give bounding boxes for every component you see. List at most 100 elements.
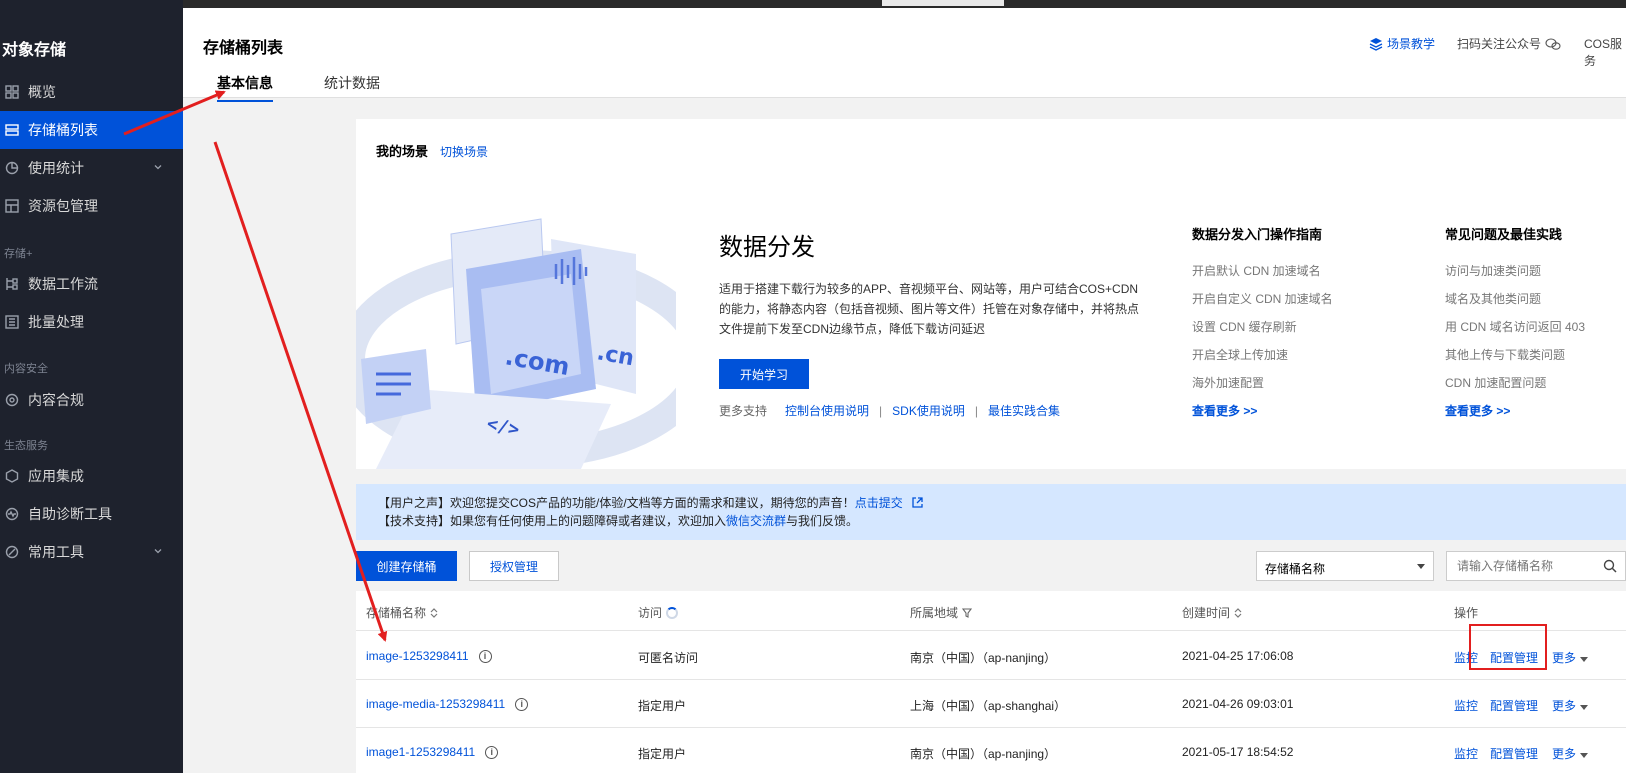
info-icon[interactable]: i bbox=[478, 649, 492, 663]
grid-icon bbox=[4, 84, 20, 100]
console-guide-link[interactable]: 控制台使用说明 bbox=[785, 402, 869, 419]
scene-heading: 数据分发 bbox=[719, 234, 815, 261]
page-title: 存储桶列表 bbox=[203, 40, 284, 57]
pie-chart-icon bbox=[4, 160, 20, 176]
monitor-link[interactable]: 监控 bbox=[1454, 745, 1478, 762]
bucket-name-cell: image-media-1253298411 i bbox=[366, 697, 529, 711]
faq-item[interactable]: 用 CDN 域名访问返回 403 bbox=[1445, 313, 1585, 341]
create-bucket-button[interactable]: 创建存储桶 bbox=[356, 551, 457, 581]
sidebar-item-workflow[interactable]: 数据工作流 bbox=[0, 265, 183, 303]
sidebar-group-label: 生态服务 bbox=[4, 440, 48, 452]
region-cell: 上海（中国）（ap-shanghai） bbox=[910, 699, 1067, 713]
column-header-label: 访问 bbox=[638, 606, 663, 620]
column-header-created[interactable]: 创建时间 bbox=[1182, 604, 1242, 621]
column-header-label: 所属地域 bbox=[910, 606, 959, 620]
caret-down-icon bbox=[1580, 705, 1589, 710]
workflow-icon bbox=[4, 276, 20, 292]
wechat-follow-link[interactable]: 扫码关注公众号 bbox=[1457, 35, 1561, 52]
guide-item[interactable]: 海外加速配置 bbox=[1192, 369, 1333, 397]
sidebar-item-package[interactable]: 资源包管理 bbox=[0, 187, 183, 225]
more-dropdown[interactable]: 更多 bbox=[1552, 745, 1589, 762]
guide-item[interactable]: 开启全球上传加速 bbox=[1192, 341, 1333, 369]
tools-icon bbox=[4, 544, 20, 560]
sidebar-group-label: 存储+ bbox=[4, 248, 33, 260]
switch-scene-link[interactable]: 切换场景 bbox=[440, 143, 488, 160]
sidebar-item-integration[interactable]: 应用集成 bbox=[0, 457, 183, 495]
guide-item[interactable]: 设置 CDN 缓存刷新 bbox=[1192, 313, 1333, 341]
sidebar-item-usage-stats[interactable]: 使用统计 bbox=[0, 149, 183, 187]
sidebar: 对象存储 概览 存储桶列表 使用统计 资源包管理 存储+ 数据工作流 批量处理 … bbox=[0, 0, 183, 773]
more-dropdown[interactable]: 更多 bbox=[1552, 649, 1589, 666]
search-box bbox=[1446, 551, 1626, 581]
faq-item[interactable]: 访问与加速类问题 bbox=[1445, 257, 1585, 285]
wechat-group-link[interactable]: 微信交流群 bbox=[726, 514, 786, 528]
guide-item[interactable]: 开启自定义 CDN 加速域名 bbox=[1192, 285, 1333, 313]
notice-line-support: 【技术支持】如果您有任何使用上的问题障碍或者建议，欢迎加入微信交流群与我们反馈。 bbox=[378, 512, 1626, 530]
faq-item[interactable]: CDN 加速配置问题 bbox=[1445, 369, 1585, 397]
auth-management-button[interactable]: 授权管理 bbox=[469, 551, 559, 581]
column-header-region[interactable]: 所属地域 bbox=[910, 604, 973, 621]
search-input[interactable] bbox=[1447, 552, 1587, 580]
sidebar-item-tools[interactable]: 常用工具 bbox=[0, 533, 183, 571]
more-label: 更多 bbox=[1552, 747, 1577, 761]
guide-item[interactable]: 开启默认 CDN 加速域名 bbox=[1192, 257, 1333, 285]
bucket-list-icon bbox=[4, 122, 20, 138]
faq-item[interactable]: 其他上传与下载类问题 bbox=[1445, 341, 1585, 369]
shield-icon bbox=[4, 392, 20, 408]
sidebar-item-compliance[interactable]: 内容合规 bbox=[0, 381, 183, 419]
tab-statistics[interactable]: 统计数据 bbox=[324, 73, 380, 100]
getting-started-guide: 数据分发入门操作指南 开启默认 CDN 加速域名 开启自定义 CDN 加速域名 … bbox=[1192, 224, 1333, 425]
scene-card: 我的场景 切换场景 .com .cn </> 数据分发 适用于搭建下载行为较多的… bbox=[356, 119, 1626, 469]
search-field-select[interactable]: 存储桶名称 bbox=[1256, 551, 1434, 581]
bucket-name-link[interactable]: image-media-1253298411 bbox=[366, 697, 505, 711]
notice-text: 【用户之声】欢迎您提交COS产品的功能/体验/文档等方面的需求和建议，期待您的声… bbox=[378, 496, 855, 510]
sidebar-item-label: 数据工作流 bbox=[28, 276, 98, 292]
sdk-guide-link[interactable]: SDK使用说明 bbox=[892, 402, 965, 419]
monitor-link[interactable]: 监控 bbox=[1454, 697, 1478, 714]
guide-more-link[interactable]: 查看更多 >> bbox=[1192, 397, 1333, 425]
config-management-link[interactable]: 配置管理 bbox=[1490, 745, 1538, 762]
bucket-name-link[interactable]: image1-1253298411 bbox=[366, 745, 475, 759]
access-cell: 可匿名访问 bbox=[638, 651, 699, 665]
select-value: 存储桶名称 bbox=[1265, 562, 1326, 576]
notice-banner: 【用户之声】欢迎您提交COS产品的功能/体验/文档等方面的需求和建议，期待您的声… bbox=[356, 484, 1626, 540]
highlight-box bbox=[1469, 624, 1547, 670]
tab-basic-info[interactable]: 基本信息 bbox=[217, 73, 273, 102]
sidebar-brand: 对象存储 bbox=[2, 42, 67, 59]
config-management-link[interactable]: 配置管理 bbox=[1490, 697, 1538, 714]
column-header-label: 存储桶名称 bbox=[366, 606, 427, 620]
page-header: 存储桶列表 基本信息 统计数据 场景教学 扫码关注公众号 COS服务 bbox=[183, 8, 1626, 102]
sidebar-item-label: 应用集成 bbox=[28, 468, 84, 484]
created-cell: 2021-05-17 18:54:52 bbox=[1182, 745, 1294, 759]
notice-line-feedback: 【用户之声】欢迎您提交COS产品的功能/体验/文档等方面的需求和建议，期待您的声… bbox=[378, 494, 1626, 512]
sidebar-item-bucket-list[interactable]: 存储桶列表 bbox=[0, 111, 183, 149]
package-icon bbox=[4, 198, 20, 214]
sidebar-item-overview[interactable]: 概览 bbox=[0, 73, 183, 111]
more-dropdown[interactable]: 更多 bbox=[1552, 697, 1589, 714]
info-icon[interactable]: i bbox=[515, 697, 529, 711]
faq-item[interactable]: 域名及其他类问题 bbox=[1445, 285, 1585, 313]
search-icon[interactable] bbox=[1603, 559, 1617, 573]
notice-text: 【技术支持】如果您有任何使用上的问题障碍或者建议，欢迎加入 bbox=[378, 514, 727, 528]
sidebar-item-label: 自助诊断工具 bbox=[28, 506, 112, 522]
column-header-name[interactable]: 存储桶名称 bbox=[366, 604, 438, 621]
scene-tutorial-link[interactable]: 场景教学 bbox=[1369, 35, 1435, 52]
chevron-down-icon bbox=[154, 165, 162, 170]
sidebar-item-diagnose[interactable]: 自助诊断工具 bbox=[0, 495, 183, 533]
integration-icon bbox=[4, 468, 20, 484]
sort-icon bbox=[1234, 607, 1242, 618]
submit-feedback-link[interactable]: 点击提交 bbox=[855, 496, 903, 510]
best-practice-link[interactable]: 最佳实践合集 bbox=[988, 402, 1060, 419]
cos-service-link[interactable]: COS服务 bbox=[1584, 35, 1626, 69]
more-support: 更多支持 控制台使用说明 | SDK使用说明 | 最佳实践合集 bbox=[719, 402, 1060, 419]
diagnose-icon bbox=[4, 506, 20, 522]
external-link-icon bbox=[912, 497, 923, 508]
start-learning-button[interactable]: 开始学习 bbox=[719, 359, 809, 389]
info-icon[interactable]: i bbox=[485, 745, 499, 759]
sidebar-item-batch[interactable]: 批量处理 bbox=[0, 303, 183, 341]
table-row: image-1253298411 i 可匿名访问 南京（中国）（ap-nanji… bbox=[356, 632, 1626, 680]
faq-more-link[interactable]: 查看更多 >> bbox=[1445, 397, 1585, 425]
sidebar-item-label: 存储桶列表 bbox=[28, 122, 98, 138]
bucket-name-link[interactable]: image-1253298411 bbox=[366, 649, 469, 663]
chevron-down-icon bbox=[154, 549, 162, 554]
